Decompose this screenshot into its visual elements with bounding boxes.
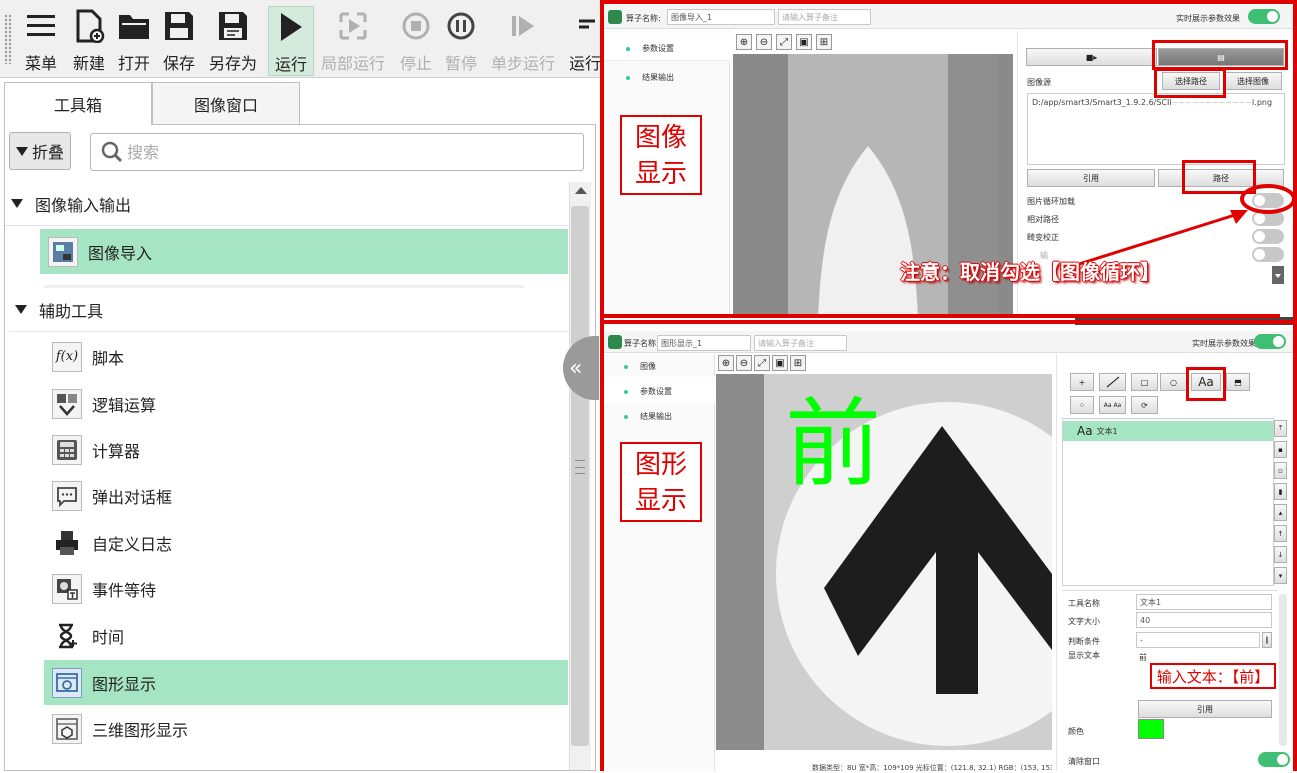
annotation-box-select-path [1154, 68, 1226, 98]
thumb-grip-icon [575, 460, 585, 474]
scroll-up-arrow-icon[interactable] [570, 182, 592, 200]
scrollbar-thumb[interactable] [571, 206, 589, 746]
new-button[interactable]: 新建 [68, 6, 110, 76]
save-as-label: 另存为 [208, 54, 257, 73]
collapse-button[interactable]: 折叠 [9, 132, 71, 170]
search-icon [101, 141, 123, 163]
tool-item-label: 弹出对话框 [92, 487, 173, 507]
pause-label: 暂停 [444, 54, 477, 73]
run-button[interactable]: 运行 [268, 6, 314, 76]
category-label: 辅助工具 [39, 301, 104, 321]
collapse-label: 折叠 [31, 143, 64, 162]
play-icon [278, 7, 304, 47]
tool-item-script[interactable]: f(x) 脚本 [44, 334, 568, 379]
new-label: 新建 [72, 54, 105, 73]
tool-item-popup-dialog[interactable]: 弹出对话框 [44, 473, 568, 518]
printer-log-icon [52, 528, 82, 558]
partial-run-icon [338, 6, 368, 46]
category-image-io[interactable]: 图像输入输出 [5, 182, 570, 226]
stop-label: 停止 [399, 54, 432, 73]
tool-item-time[interactable]: 时间 [44, 613, 568, 658]
double-chevron-left-icon: « [569, 355, 583, 381]
tool-item-logic[interactable]: 逻辑运算 [44, 381, 568, 426]
tab-image-window[interactable]: 图像窗口 [152, 82, 300, 124]
expand-triangle-icon [11, 199, 23, 208]
run-mode-label: 运行 [570, 54, 600, 73]
hamburger-icon [25, 6, 57, 46]
logic-gate-icon [52, 388, 82, 419]
menu-button[interactable]: 菜单 [20, 6, 62, 76]
tool-item-label: 自定义日志 [92, 534, 173, 554]
image-import-icon [48, 236, 78, 267]
tool-item-label: 时间 [92, 627, 125, 647]
partial-run-label: 局部运行 [320, 54, 385, 73]
event-wait-icon [52, 573, 82, 604]
search-input[interactable] [127, 142, 547, 162]
run-mode-button[interactable]: 运行 [570, 6, 600, 76]
new-file-icon [73, 6, 105, 46]
step-run-button[interactable]: 单步运行 [488, 6, 558, 76]
run-label: 运行 [274, 55, 307, 74]
save-label: 保存 [162, 54, 195, 73]
open-button[interactable]: 打开 [113, 6, 155, 76]
tool-item-custom-log[interactable]: 自定义日志 [44, 520, 568, 565]
toolbar-grip[interactable] [4, 14, 12, 64]
folder-icon [117, 6, 151, 46]
tool-item-label: 事件等待 [92, 580, 157, 600]
step-run-label: 单步运行 [490, 54, 555, 73]
main-toolbar: 菜单 新建 打开 保存 另存为 运行 局部运行 停止 暂停 单步运行 运行 [0, 0, 600, 78]
annotation-graphic-display: 图形 显示 [620, 442, 702, 522]
stop-icon [401, 6, 431, 46]
menu-label: 菜单 [24, 54, 57, 73]
triangle-down-icon [15, 146, 28, 156]
save-as-icon [217, 6, 249, 46]
stop-button[interactable]: 停止 [396, 6, 436, 76]
3d-display-icon [52, 713, 82, 744]
hourglass-icon [52, 621, 82, 651]
save-disk-icon [163, 6, 195, 46]
tool-item-image-import[interactable]: 图像导入 [40, 229, 568, 274]
category-aux-tools[interactable]: 辅助工具 [9, 288, 570, 332]
tool-item-3d-graphic-display[interactable]: 三维图形显示 [44, 706, 568, 751]
save-as-button[interactable]: 另存为 [205, 6, 261, 76]
annotation-frame-top-bottom [600, 314, 1280, 318]
search-box[interactable] [90, 133, 584, 171]
tool-item-calculator[interactable]: 计算器 [44, 427, 568, 472]
save-button[interactable]: 保存 [158, 6, 200, 76]
annotation-box-text-tool [1186, 367, 1226, 401]
tool-item-label: 三维图形显示 [92, 720, 189, 740]
tool-item-graphic-display[interactable]: 图形显示 [44, 660, 568, 705]
open-label: 打开 [117, 54, 150, 73]
annotation-image-display: 图像 显示 [620, 115, 702, 195]
annotation-input-text: 输入文本：【前】 [1150, 663, 1276, 689]
expand-triangle-icon [15, 305, 27, 314]
annotation-box-file-tab [1152, 40, 1288, 70]
step-icon [508, 6, 538, 46]
tab-toolbox[interactable]: 工具箱 [4, 82, 152, 125]
tool-item-label: 计算器 [92, 441, 141, 461]
pause-icon [446, 6, 476, 46]
tool-item-label: 图像导入 [88, 243, 153, 263]
pause-button[interactable]: 暂停 [441, 6, 481, 76]
tool-item-label: 脚本 [92, 348, 125, 368]
annotation-note: 注意：取消勾选【图像循环】 [900, 260, 1160, 284]
partial-run-button[interactable]: 局部运行 [318, 6, 388, 76]
calculator-icon [52, 434, 82, 465]
chat-bubble-icon [52, 480, 82, 511]
function-icon: f(x) [52, 341, 82, 372]
tool-item-label: 逻辑运算 [92, 395, 157, 415]
graphic-display-icon [52, 667, 82, 698]
run-mode-icon [575, 6, 595, 46]
tool-item-event-wait[interactable]: 事件等待 [44, 566, 568, 611]
category-label: 图像输入输出 [35, 195, 132, 215]
tool-item-label: 图形显示 [92, 674, 157, 694]
